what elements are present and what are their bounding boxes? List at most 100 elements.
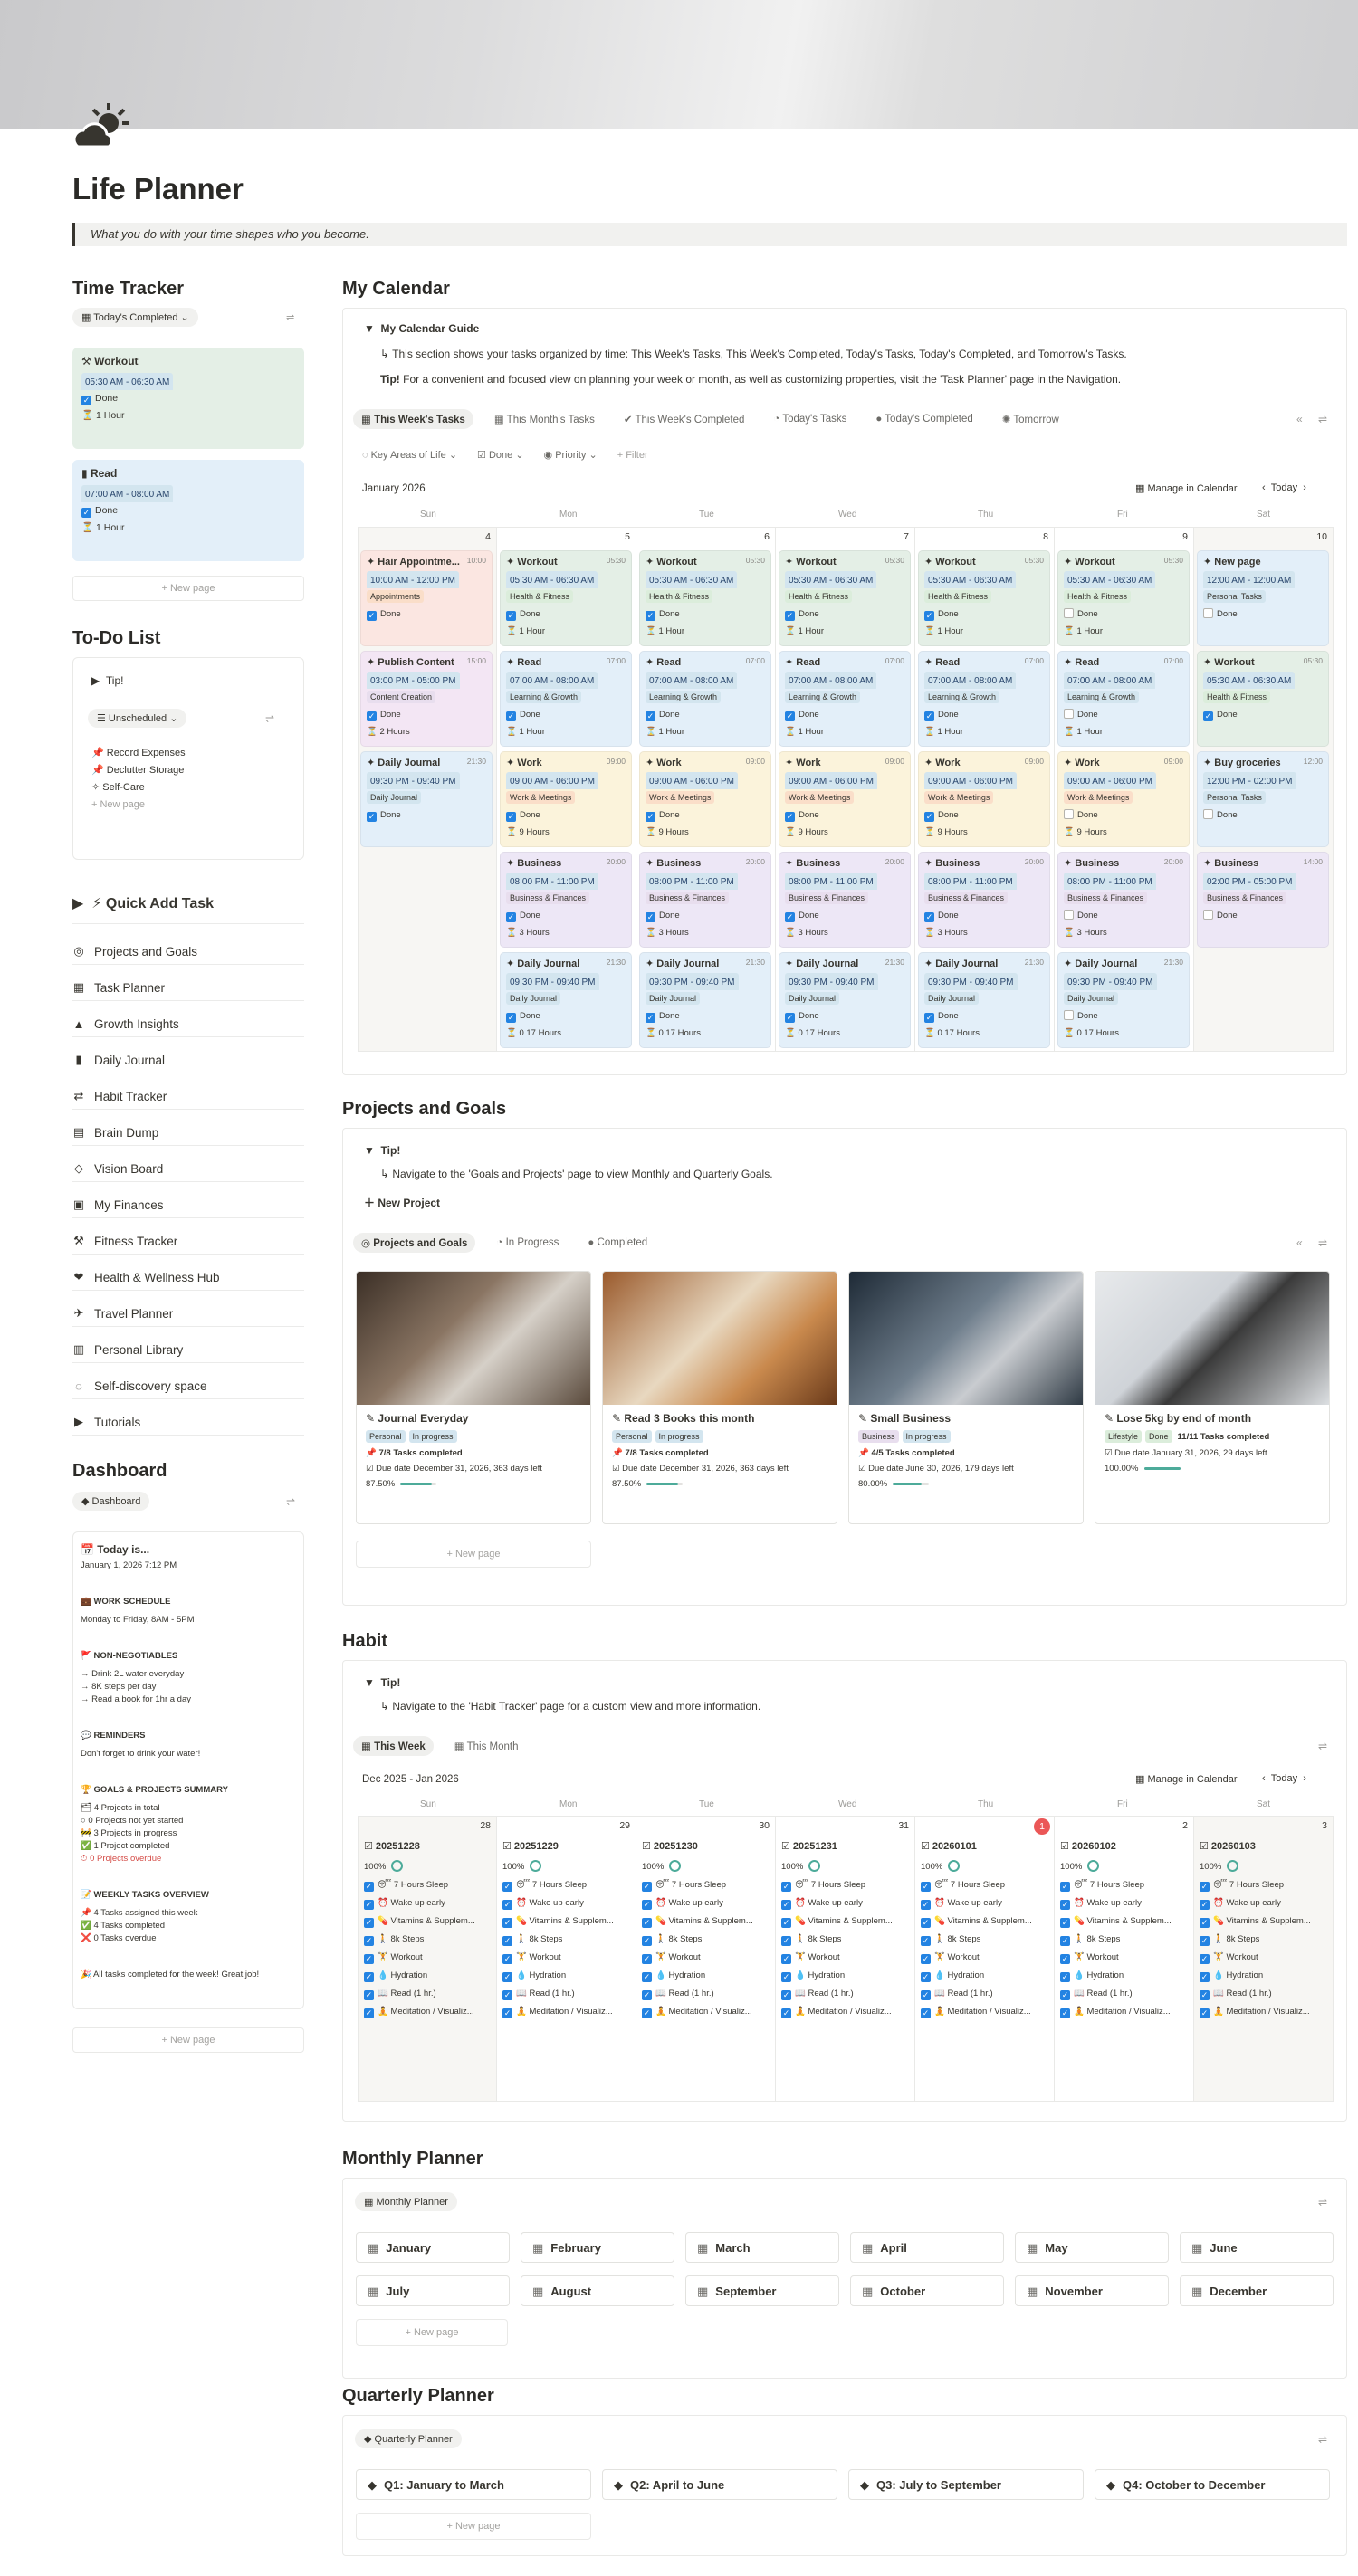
calendar-event-card[interactable]: ✦ Business 20:00 08:00 PM - 11:00 PM Busine… [500, 852, 632, 948]
quarter-card[interactable]: ◆ Q4: October to December [1095, 2469, 1330, 2500]
habit-item[interactable]: ✓ ⏰ Wake up early [921, 1894, 1049, 1913]
calendar-event-card[interactable]: ✦ Work 09:00 09:00 AM - 06:00 PM Work & Mee… [918, 751, 1050, 847]
habit-item[interactable]: ✓ 😴 7 Hours Sleep [502, 1876, 631, 1894]
habit-checkbox[interactable]: ✓ [1200, 1918, 1210, 1928]
calendar-event-card[interactable]: ✦ Business 14:00 02:00 PM - 05:00 PM Busine… [1197, 852, 1329, 948]
filter-icon[interactable]: ⇌ [1318, 2433, 1327, 2446]
habit-item[interactable]: ✓ 📖 Read (1 hr.) [642, 1985, 770, 2003]
calendar-event-card[interactable]: ✦ Publish Content 15:00 03:00 PM - 05:00 P… [360, 651, 493, 747]
nav-item[interactable]: ▲ Growth Insights [72, 1001, 304, 1037]
calendar-event-card[interactable]: ✦ Work 09:00 09:00 AM - 06:00 PM Work & Mee… [500, 751, 632, 847]
done-checkbox[interactable]: ✓ [785, 1013, 795, 1023]
calendar-event-card[interactable]: ✦ Workout 05:30 05:30 AM - 06:30 AM Health … [918, 550, 1050, 646]
project-card[interactable]: ✎ Lose 5kg by end of month Lifestyle Done 1… [1095, 1271, 1330, 1524]
nav-item[interactable]: ▮ Daily Journal [72, 1037, 304, 1073]
calendar-event-card[interactable]: ✦ Read 07:00 07:00 AM - 08:00 AM Learning &… [639, 651, 771, 747]
habit-item[interactable]: ✓ 🚶 8k Steps [642, 1931, 770, 1949]
habit-item[interactable]: ✓ 🧘 Meditation / Visualiz... [364, 2003, 493, 2021]
done-checkbox[interactable]: ✓ [1203, 711, 1213, 721]
done-checkbox[interactable] [1064, 910, 1074, 920]
habit-checkbox[interactable]: ✓ [1060, 1918, 1070, 1928]
nav-item[interactable]: ⇄ Habit Tracker [72, 1073, 304, 1110]
habit-checkbox[interactable]: ✓ [1060, 1936, 1070, 1946]
habit-checkbox[interactable]: ✓ [921, 1918, 931, 1928]
habit-checkbox[interactable]: ✓ [1060, 1990, 1070, 2000]
done-checkbox[interactable]: ✓ [367, 812, 377, 822]
habit-item[interactable]: ✓ 🏋 Workout [364, 1949, 493, 1967]
habit-checkbox[interactable]: ✓ [364, 1990, 374, 2000]
month-card[interactable]: ▦ August [521, 2275, 674, 2306]
done-checkbox[interactable]: ✓ [646, 1013, 655, 1023]
collapse-icon[interactable]: « [1296, 413, 1303, 425]
calendar-event-card[interactable]: ✦ Daily Journal 21:30 09:30 PM - 09:40 PM D… [360, 751, 493, 847]
habit-checkbox[interactable]: ✓ [921, 2008, 931, 2018]
nav-item[interactable]: ▣ My Finances [72, 1182, 304, 1218]
habit-checkbox[interactable]: ✓ [1200, 2008, 1210, 2018]
done-checkbox[interactable]: ✓ [646, 611, 655, 621]
calendar-event-card[interactable]: ✦ Work 09:00 09:00 AM - 06:00 PM Work & Mee… [779, 751, 911, 847]
done-checkbox[interactable]: ✓ [924, 711, 934, 721]
add-filter[interactable]: + Filter [617, 450, 648, 461]
nav-item[interactable]: ▤ Brain Dump [72, 1110, 304, 1146]
projects-tip-toggle[interactable]: ▼ Tip! [364, 1144, 400, 1157]
habit-item[interactable]: ✓ 💧 Hydration [1200, 1967, 1328, 1985]
tracker-new-page[interactable]: + New page [72, 576, 304, 601]
project-card[interactable]: ✎ Small Business Business In progress 📌 4/5… [848, 1271, 1084, 1524]
habit-checkbox[interactable]: ✓ [1200, 1936, 1210, 1946]
tracker-card-read[interactable]: ▮ Read 07:00 AM - 08:00 AM ✓ Done ⏳ 1 Hou… [72, 460, 304, 561]
habit-card[interactable]: ☑ 20251228 100% ✓ 😴 7 Hours Sleep ✓ ⏰ Wake up… [364, 1840, 493, 2021]
tab-todays-tasks[interactable]: ◔ Today's Tasks [765, 410, 855, 428]
done-checkbox[interactable]: ✓ [785, 711, 795, 721]
monthly-tab[interactable]: ▦ Monthly Planner [355, 2192, 457, 2211]
habit-item[interactable]: ✓ 💧 Hydration [642, 1967, 770, 1985]
habit-checkbox[interactable]: ✓ [502, 2008, 512, 2018]
habit-item[interactable]: ✓ 🚶 8k Steps [1200, 1931, 1328, 1949]
habit-checkbox[interactable]: ✓ [364, 1882, 374, 1892]
calendar-event-card[interactable]: ✦ Buy groceries 12:00 12:00 PM - 02:00 PM P… [1197, 751, 1329, 847]
todo-item[interactable]: ✧ Self-Care [91, 779, 186, 797]
habit-checkbox[interactable]: ✓ [502, 1990, 512, 2000]
tab-this-weeks-tasks[interactable]: ▦ This Week's Tasks [353, 409, 473, 429]
habit-item[interactable]: ✓ 💊 Vitamins & Supplem... [781, 1913, 910, 1931]
done-checkbox[interactable] [1064, 709, 1074, 719]
nav-item[interactable]: ▦ Task Planner [72, 965, 304, 1001]
calendar-event-card[interactable]: ✦ Business 20:00 08:00 PM - 11:00 PM Busine… [918, 852, 1050, 948]
quarterly-new-page[interactable]: + New page [356, 2513, 591, 2540]
done-checkbox[interactable]: ✓ [785, 611, 795, 621]
habit-item[interactable]: ✓ 💊 Vitamins & Supplem... [1060, 1913, 1189, 1931]
habit-item[interactable]: ✓ ⏰ Wake up early [642, 1894, 770, 1913]
nav-item[interactable]: ⚒ Fitness Tracker [72, 1218, 304, 1255]
habit-checkbox[interactable]: ✓ [642, 1936, 652, 1946]
habit-nav[interactable]: ‹ Today › [1262, 1773, 1306, 1784]
calendar-event-card[interactable]: ✦ Workout 05:30 05:30 AM - 06:30 AM Health … [639, 550, 771, 646]
habit-day-cell[interactable]: 2 ☑ 20260102 100% ✓ 😴 7 Hours Sleep ✓ ⏰ Wake u… [1055, 1816, 1194, 2102]
habit-checkbox[interactable]: ✓ [781, 1954, 791, 1964]
habit-checkbox[interactable]: ✓ [364, 1918, 374, 1928]
habit-checkbox[interactable]: ✓ [502, 1882, 512, 1892]
month-card[interactable]: ▦ April [850, 2232, 1004, 2263]
filter-icon[interactable]: ⇌ [1318, 1740, 1327, 1752]
habit-checkbox[interactable]: ✓ [1200, 1954, 1210, 1964]
habit-card[interactable]: ☑ 20260103 100% ✓ 😴 7 Hours Sleep ✓ ⏰ Wake up… [1200, 1840, 1328, 2021]
calendar-event-card[interactable]: ✦ Workout 05:30 05:30 AM - 06:30 AM Health … [779, 550, 911, 646]
dashboard-tab[interactable]: ◆ Dashboard [72, 1492, 150, 1511]
habit-item[interactable]: ✓ 😴 7 Hours Sleep [364, 1876, 493, 1894]
done-checkbox[interactable] [1203, 608, 1213, 618]
calendar-event-card[interactable]: ✦ Daily Journal 21:30 09:30 PM - 09:40 PM D… [918, 952, 1050, 1048]
habit-checkbox[interactable]: ✓ [642, 2008, 652, 2018]
done-checkbox[interactable]: ✓ [924, 812, 934, 822]
habit-checkbox[interactable]: ✓ [921, 1936, 931, 1946]
habit-item[interactable]: ✓ 😴 7 Hours Sleep [1060, 1876, 1189, 1894]
tab-this-week[interactable]: ▦ This Week [353, 1736, 434, 1756]
habit-item[interactable]: ✓ 🧘 Meditation / Visualiz... [921, 2003, 1049, 2021]
habit-item[interactable]: ✓ 💧 Hydration [781, 1967, 910, 1985]
habit-item[interactable]: ✓ 🏋 Workout [781, 1949, 910, 1967]
habit-checkbox[interactable]: ✓ [781, 1882, 791, 1892]
habit-item[interactable]: ✓ 🧘 Meditation / Visualiz... [1060, 2003, 1189, 2021]
habit-checkbox[interactable]: ✓ [642, 1954, 652, 1964]
projects-new-page[interactable]: + New page [356, 1541, 591, 1568]
habit-checkbox[interactable]: ✓ [1200, 1990, 1210, 2000]
habit-day-cell[interactable]: 1 ☑ 20260101 100% ✓ 😴 7 Hours Sleep ✓ ⏰ Wake u… [915, 1816, 1055, 2102]
habit-day-cell[interactable]: 30 ☑ 20251230 100% ✓ 😴 7 Hours Sleep ✓ ⏰ Wake … [636, 1816, 776, 2102]
habit-checkbox[interactable]: ✓ [1060, 1954, 1070, 1964]
